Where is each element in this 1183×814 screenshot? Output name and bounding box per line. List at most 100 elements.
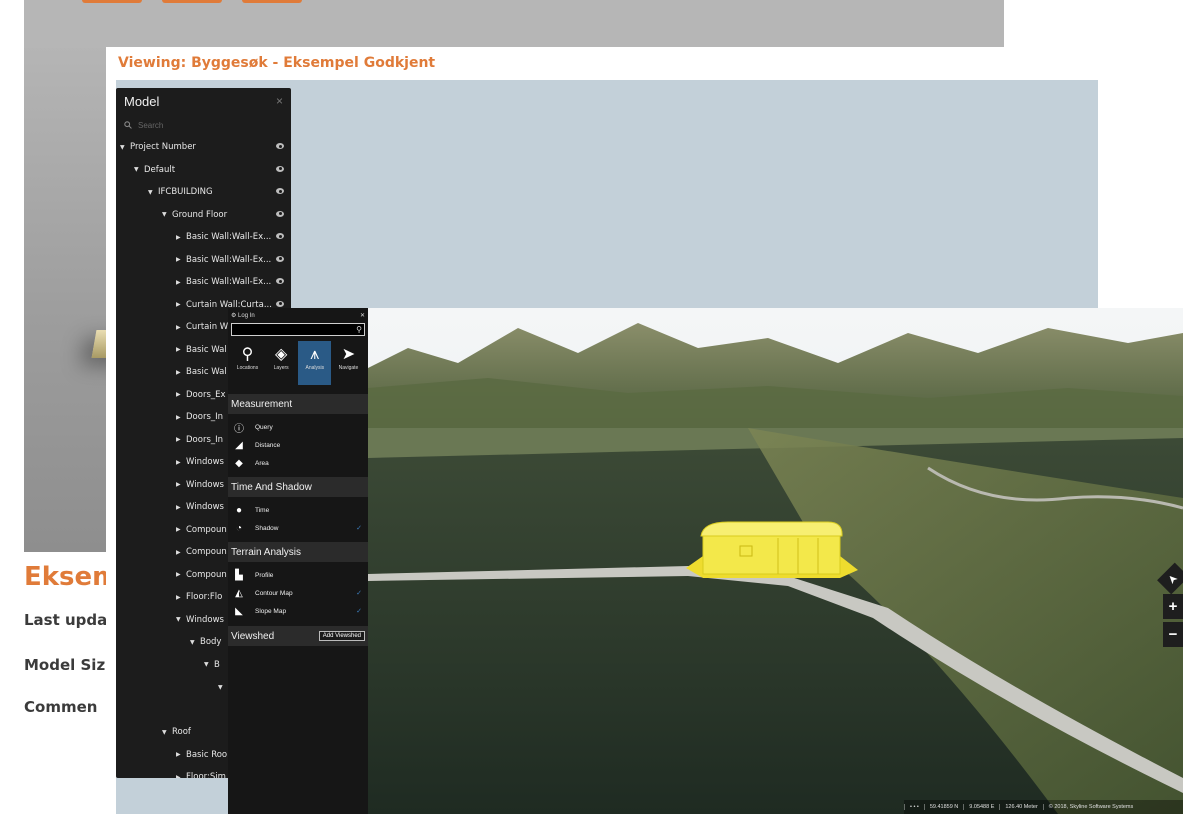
caret-right-icon[interactable]: ▶ [176,594,186,601]
search-icon [124,121,132,129]
eye-icon[interactable] [276,143,284,149]
caret-down-icon[interactable]: ▼ [204,661,214,668]
section-header: Time And Shadow [228,477,368,497]
tree-row-label: Body [200,637,222,648]
tree-row[interactable]: ▼ IFCBUILDING [116,181,291,204]
caret-right-icon[interactable]: ▶ [176,324,186,331]
tool-label: Slope Map [255,607,287,615]
tree-row[interactable]: ▼ Default [116,159,291,182]
caret-right-icon[interactable]: ▶ [176,481,186,488]
tool-label: Area [255,459,269,467]
status-item: 9.05488 E [963,804,999,810]
yellow-building[interactable] [686,521,858,578]
tree-row-label: Project Number [130,142,196,153]
caret-right-icon[interactable]: ▶ [176,256,186,263]
tree-row[interactable]: ▶ Basic Wall:Wall-Ex... [116,249,291,272]
tree-row-label: IFCBUILDING [158,187,213,198]
caret-down-icon[interactable]: ▼ [120,144,130,151]
eye-icon[interactable] [276,188,284,194]
tool-query[interactable]: ⓘ Query [228,418,368,436]
caret-right-icon[interactable]: ▶ [176,234,186,241]
compass-icon: ⩚ [310,346,320,363]
caret-down-icon[interactable]: ▼ [162,211,172,218]
tab-locations[interactable]: ⚲ Locations [231,341,264,385]
caret-right-icon[interactable]: ▶ [176,774,186,778]
tree-row-label: Curtain W [186,322,229,333]
caret-down-icon[interactable]: ▼ [148,189,158,196]
tree-row[interactable]: ▼ Project Number [116,136,291,159]
tab-label: Navigate [338,365,359,371]
tool-slope-map[interactable]: ◣ Slope Map ✓ [228,602,368,620]
tree-row-label: Compoun [186,569,227,580]
tab-layers[interactable]: ◈ Layers [265,341,298,385]
tree-row-label: Basic Wall:Wall-Ex... [186,277,272,288]
eye-icon[interactable] [276,255,284,262]
navigate-icon: ➤ [341,346,356,363]
tree-row-label: Default [144,164,176,175]
caret-right-icon[interactable]: ▶ [176,279,186,286]
check-icon: ✓ [356,608,362,615]
tool-distance[interactable]: ◢ Distance [228,436,368,454]
tool-area[interactable]: ◆ Area [228,454,368,472]
tool-shadow[interactable]: ◔ Shadow ✓ [228,519,368,537]
tab-navigate[interactable]: ➤ Navigate [332,341,365,385]
tree-row-label: Windows [186,502,224,513]
caret-down-icon[interactable]: ▼ [190,639,200,646]
caret-right-icon[interactable]: ▶ [176,346,186,353]
login-button[interactable]: ⚙ Log In [231,312,255,319]
caret-right-icon[interactable]: ▶ [176,369,186,376]
profile-icon: ▙ [235,569,243,581]
tree-row-label: Doors_In [186,434,224,445]
model-search-field[interactable]: Search [116,114,291,136]
section-header: Terrain Analysis [228,542,368,562]
caret-right-icon[interactable]: ▶ [176,459,186,466]
analysis-topbar: ⚙ Log In ✕ [228,308,368,322]
caret-right-icon[interactable]: ▶ [176,391,186,398]
caret-right-icon[interactable]: ▶ [176,301,186,308]
tree-row-label: Doors_In [186,412,224,423]
caret-right-icon[interactable]: ▶ [176,549,186,556]
caret-down-icon[interactable]: ▼ [162,729,172,736]
add-viewshed-button[interactable]: Add Viewshed [318,631,365,641]
tree-row-label: Windows [186,457,224,468]
caret-down-icon[interactable]: ▼ [134,166,144,173]
eye-icon[interactable] [276,278,284,284]
search-icon[interactable]: ⚲ [356,325,362,334]
contour-icon: ◭ [235,587,243,599]
layers-icon: ◈ [275,346,288,363]
viewshed-section: Viewshed Add Viewshed [228,626,368,646]
tool-time[interactable]: ● Time [228,501,368,519]
caret-down-icon[interactable]: ▼ [176,616,186,623]
eye-icon[interactable] [276,210,284,217]
eye-icon[interactable] [276,233,284,239]
analysis-search-input[interactable]: ⚲ [231,323,365,336]
zoom-in-button[interactable]: + [1163,594,1183,619]
caret-right-icon[interactable]: ▶ [176,504,186,511]
tree-row-label: B [214,659,220,670]
eye-icon[interactable] [276,300,284,307]
section-items: ● Time ◔ Shadow ✓ [228,497,368,537]
caret-right-icon[interactable]: ▶ [176,526,186,533]
caret-right-icon[interactable]: ▶ [176,751,186,758]
tree-row[interactable]: ▶ Basic Wall:Wall-Ex... [116,226,291,249]
tree-row-label: Compoun [186,524,227,535]
caret-right-icon[interactable]: ▶ [176,436,186,443]
tab-analysis[interactable]: ⩚ Analysis [298,341,332,385]
close-icon[interactable]: × [276,94,283,108]
status-item: 59.41859 N [923,804,963,810]
tree-row[interactable]: ▼ Ground Floor [116,204,291,227]
tree-row-label: Basic Wal [186,344,227,355]
globe-view[interactable]: ➤ + − • • • 59.41859 N 9.05488 E 126.40 Meter… [368,308,1183,814]
section-header: Measurement [228,394,368,414]
tool-profile[interactable]: ▙ Profile [228,566,368,584]
caret-right-icon[interactable]: ▶ [176,414,186,421]
caret-right-icon[interactable]: ▶ [176,571,186,578]
close-icon[interactable]: ✕ [360,312,365,319]
tree-row[interactable]: ▶ Basic Wall:Wall-Ex... [116,271,291,294]
tool-contour-map[interactable]: ◭ Contour Map ✓ [228,584,368,602]
eye-icon[interactable] [276,165,284,172]
tree-row-label: Windows [186,614,224,625]
zoom-out-button[interactable]: − [1163,622,1183,647]
tab-label: Layers [273,365,289,371]
caret-down-icon[interactable]: ▼ [218,684,228,691]
